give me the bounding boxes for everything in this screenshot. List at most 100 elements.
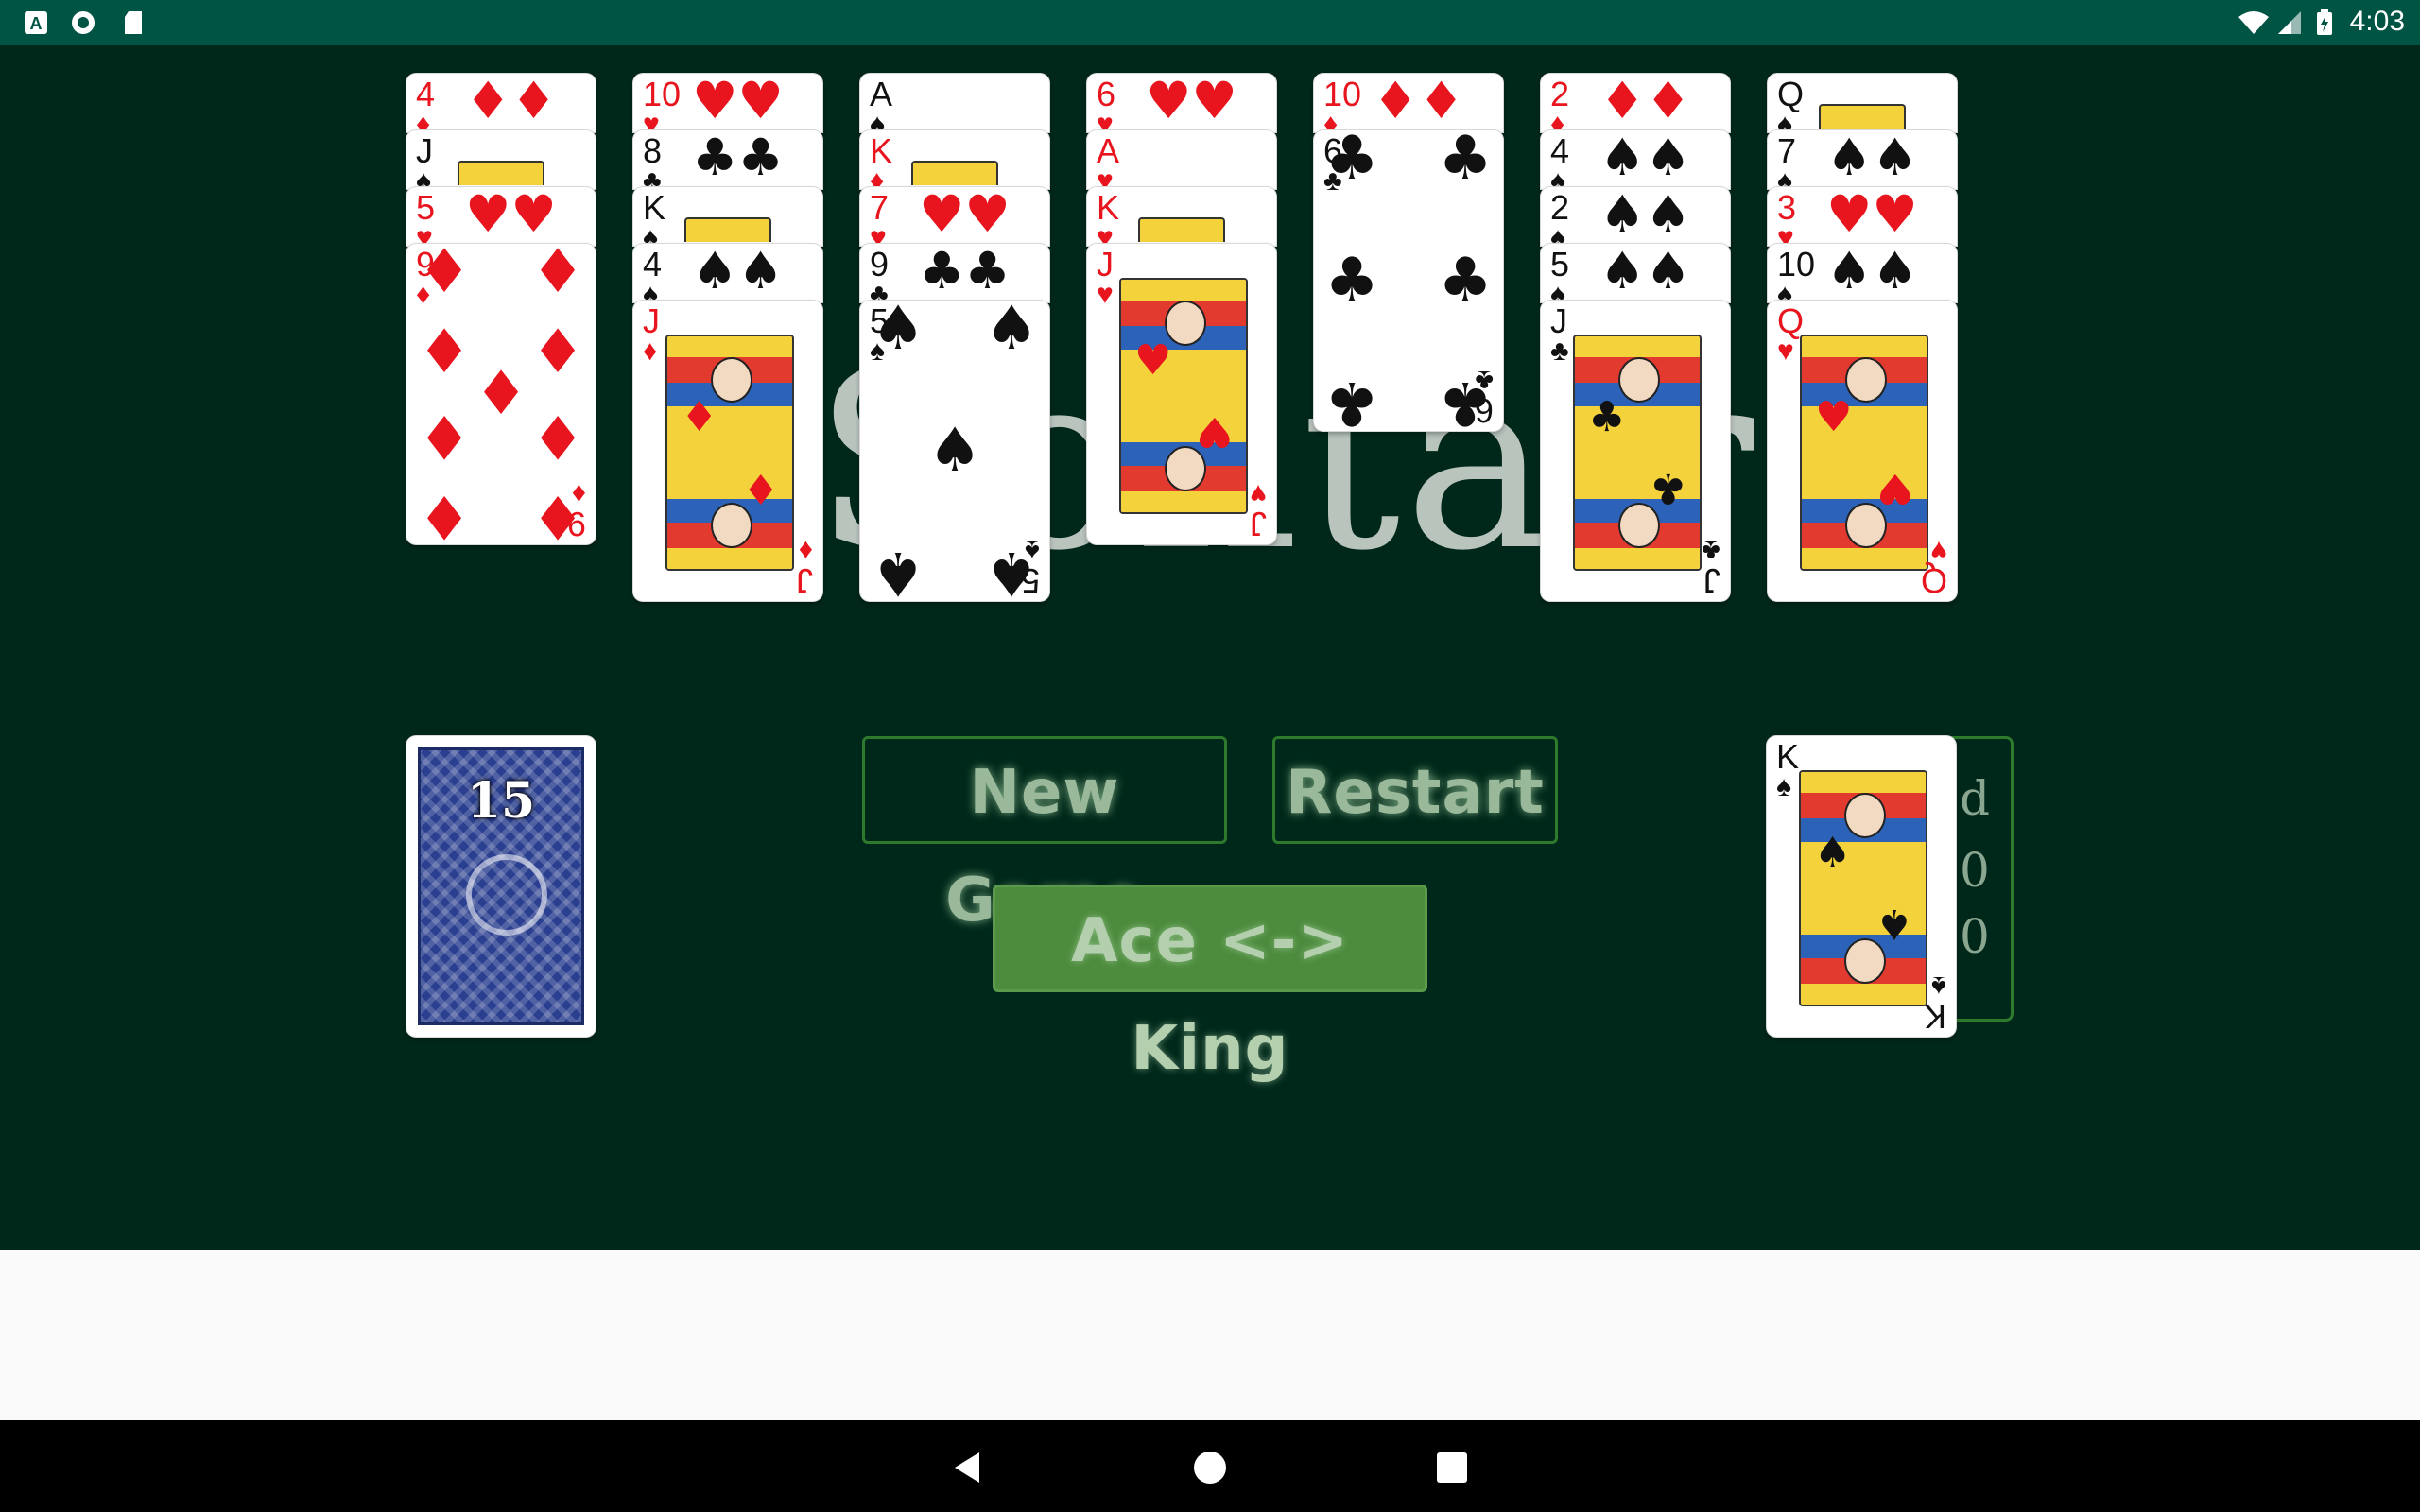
score-panel-line: d [1960,771,1991,826]
suit-icon: ♣ [1438,246,1493,316]
stock-pile[interactable]: 15 [406,736,596,1037]
card-10-of-diamonds[interactable]: 10 ♦ ♦♦ [1314,74,1503,132]
card-rank: 9 [566,505,586,543]
suit-icon: ♦ [417,318,472,388]
card-jack-of-hearts[interactable]: J ♥ ♥ ♥ J ♥ [1087,244,1276,544]
game-table: Solitaire 4 ♦ ♦♦ J ♠ 5 ♥ ♥♥ 9 ♦ ♦ ♦ ♦ ♦ ♦ ♦ ♦ ♦ ♦ 9 ♦ 10 ♥ ♥♥ 8 ♣… [0,45,2420,1250]
card-jack-of-spades[interactable]: J ♠ [406,130,596,189]
recents-icon[interactable] [1433,1449,1471,1486]
card-king-of-hearts[interactable]: K ♥ [1087,187,1276,246]
suit-icon: ♥ [1097,165,1114,190]
suit-icon: ♥ [1134,336,1172,385]
card-corner: K ♥ [1097,191,1119,247]
face-art [1138,217,1225,242]
suit-icon: ♥ [643,109,660,133]
card-rank: J [1703,561,1720,600]
card-corner: 10 ♠ [1777,245,1816,303]
card-7-of-hearts[interactable]: 7 ♥ ♥♥ [860,187,1049,246]
card-10-of-spades[interactable]: 10 ♠ ♠♠ [1768,244,1957,302]
card-jack-of-diamonds[interactable]: J ♦ ♦ ♦ J ♦ [633,301,822,601]
suit-icon: ♠ [416,165,431,190]
card-5-of-spades[interactable]: 5 ♠ ♠ ♠ ♠ ♠ ♠ 5 ♠ [860,301,1049,601]
card-8-of-clubs[interactable]: 8 ♣ ♣♣ [633,130,822,189]
face-art [911,161,998,185]
card-corner: 6 ♣ [1474,365,1494,430]
card-6-of-hearts[interactable]: 6 ♥ ♥♥ [1087,74,1276,132]
suit-icon: ♦ [1550,109,1565,133]
face-art [1819,104,1906,129]
card-corner: 7 ♥ [870,188,890,247]
card-2-of-spades[interactable]: 2 ♠ ♠♠ [1541,187,1730,246]
suit-icon: ♠♠ [1599,244,1691,301]
suit-icon: ♠ [871,301,925,364]
restart-button[interactable]: Restart [1272,736,1558,844]
suit-icon: ♠♠ [692,244,784,301]
suit-icon: ♣ [1324,368,1379,431]
card-corner: 2 ♦ [1550,77,1569,133]
suit-icon: ♣ [1588,393,1626,441]
card-rank: 7 [870,188,890,227]
suit-icon: ♥♥ [1146,74,1237,130]
stock-count: 15 [466,772,536,830]
card-9-of-diamonds[interactable]: 9 ♦ ♦ ♦ ♦ ♦ ♦ ♦ ♦ ♦ ♦ 9 ♦ [406,244,596,544]
card-10-of-hearts[interactable]: 10 ♥ ♥♥ [633,74,822,132]
card-corner: K ♦ [870,134,892,190]
card-rank: 4 [643,245,663,284]
suit-icon: ♥ [1876,464,1913,512]
card-rank: 6 [1474,391,1494,430]
ace-king-toggle-button[interactable]: Ace <-> King [993,885,1427,1084]
card-rank: J [416,131,433,170]
card-rank: 10 [1777,245,1816,284]
suit-icon: ♦ [643,335,658,367]
card-5-of-hearts[interactable]: 5 ♥ ♥♥ [406,187,596,246]
card-4-of-spades[interactable]: 4 ♠ ♠♠ [633,244,822,302]
card-king-of-spades[interactable]: K ♠ ♠ ♠ K ♠ [1767,736,1956,1037]
card-corner: J ♥ [1250,478,1267,543]
card-corner: J ♦ [643,301,660,367]
card-jack-of-clubs[interactable]: J ♣ ♣ ♣ J ♣ [1541,301,1730,601]
suit-icon: ♠ [1550,165,1565,190]
card-6-of-clubs[interactable]: 6 ♣ ♣ ♣ ♣ ♣ ♣ ♣ 6 ♣ [1314,130,1503,431]
suit-icon: ♠ [871,538,925,601]
back-icon[interactable] [949,1449,987,1486]
suit-icon: ♠ [1550,279,1565,303]
card-pips: ♣ ♣ ♣ ♣ ♣ ♣ [1324,130,1492,431]
suit-icon: ♦ [416,109,431,133]
suit-icon: ♠ [1025,535,1040,566]
score-panel-line: 0 [1960,909,1990,964]
card-3-of-hearts[interactable]: 3 ♥ ♥♥ [1768,187,1957,246]
suit-icon: ♥ [416,222,433,247]
card-corner: 9 ♦ [566,478,586,543]
card-corner: Q ♠ [1777,77,1804,133]
card-ace-of-hearts[interactable]: A ♥ [1087,130,1276,189]
suit-icon: ♠ [643,279,658,303]
suit-icon: ♥ [1777,222,1794,247]
new-game-button[interactable]: New Game [862,736,1227,936]
suit-icon: ♣ [1702,535,1720,566]
clock: 4:03 [2349,6,2405,37]
card-corner: 8 ♣ [643,134,662,190]
card-king-of-spades[interactable]: K ♠ [633,187,822,246]
card-queen-of-hearts[interactable]: Q ♥ ♥ ♥ Q ♥ [1768,301,1957,601]
card-4-of-diamonds[interactable]: 4 ♦ ♦♦ [406,74,596,132]
suit-icon: ♥ [1930,535,1947,566]
card-9-of-clubs[interactable]: 9 ♣ ♣♣ [860,244,1049,302]
card-corner: 5 ♠ [1550,245,1570,303]
card-5-of-spades[interactable]: 5 ♠ ♠♠ [1541,244,1730,302]
card-rank: Q [1920,561,1947,600]
card-7-of-spades[interactable]: 7 ♠ ♠♠ [1768,130,1957,189]
sd-card-icon [125,11,142,34]
a-notification-icon: A [25,11,47,34]
card-corner: J ♣ [1702,535,1720,600]
suit-icon: ♥ [1097,279,1114,310]
home-icon[interactable] [1191,1449,1229,1486]
card-rank: J [643,301,660,340]
face-art: ♥ ♥ [1119,278,1248,514]
card-2-of-diamonds[interactable]: 2 ♦ ♦♦ [1541,74,1730,132]
card-corner: 4 ♠ [1550,134,1569,190]
card-queen-of-spades[interactable]: Q ♠ [1768,74,1957,132]
card-4-of-spades[interactable]: 4 ♠ ♠♠ [1541,130,1730,189]
card-king-of-diamonds[interactable]: K ♦ [860,130,1049,189]
card-ace-of-spades[interactable]: A ♠ [860,74,1049,132]
card-rank: 5 [1550,245,1570,284]
